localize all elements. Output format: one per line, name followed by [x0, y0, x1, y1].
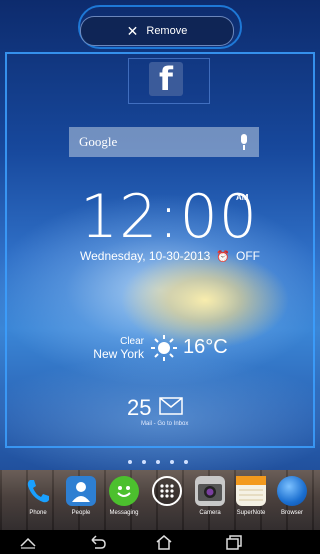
- dock-label: People: [71, 510, 91, 516]
- alarm-status: OFF: [236, 249, 261, 263]
- people-icon: [66, 476, 96, 506]
- dock-label: Camera: [199, 510, 221, 516]
- camera-icon: [195, 476, 225, 506]
- sun-icon: [151, 335, 177, 361]
- page-dot: [170, 460, 174, 464]
- phone-icon: [23, 476, 53, 506]
- recent-apps-icon[interactable]: [224, 534, 244, 550]
- back-icon[interactable]: [88, 534, 108, 550]
- date-text: Wednesday, 10-30-2013: [80, 249, 211, 263]
- dock-item-camera[interactable]: Camera: [190, 476, 230, 526]
- dock-label: Browser: [280, 510, 303, 516]
- remove-label: Remove: [146, 25, 188, 37]
- weather-temperature[interactable]: 16°C: [183, 333, 228, 361]
- page-dot: [184, 460, 188, 464]
- close-icon: ✕: [126, 23, 139, 39]
- google-search-bar[interactable]: Google: [69, 127, 259, 157]
- mail-unread-count: 25: [127, 395, 152, 420]
- dock-label: SuperNote: [236, 510, 266, 516]
- page-dot: [142, 460, 146, 464]
- facebook-letter: f: [159, 62, 173, 96]
- dock-label: Phone: [29, 510, 47, 516]
- dock-item-people[interactable]: People: [61, 476, 101, 526]
- date-line: Wednesday, 10-30-2013 ⏰ OFF: [80, 249, 260, 263]
- dock-item-browser[interactable]: Browser: [272, 476, 312, 526]
- dock-label: Messaging: [109, 510, 139, 516]
- search-label: Google: [79, 134, 118, 149]
- dock-item-all-apps[interactable]: [147, 476, 187, 526]
- navigation-bar: [0, 530, 320, 554]
- up-chevron-icon[interactable]: [18, 534, 38, 550]
- mail-icon[interactable]: [159, 397, 183, 415]
- mail-caption[interactable]: Mail - Go to Inbox: [141, 421, 188, 427]
- globe-icon: [277, 476, 307, 506]
- apps-icon: [152, 476, 182, 506]
- dock-item-phone[interactable]: Phone: [18, 476, 58, 526]
- clock-time[interactable]: 12:00: [80, 182, 257, 252]
- app-dock: Phone People Messaging Camera SuperNote …: [18, 476, 314, 526]
- weather-city: New York: [93, 347, 144, 361]
- clock-ampm: AM: [236, 193, 249, 202]
- home-icon[interactable]: [154, 534, 174, 550]
- supernote-icon: [236, 476, 266, 506]
- microphone-icon[interactable]: [239, 134, 249, 150]
- messaging-icon: [109, 476, 139, 506]
- page-dot: [156, 460, 160, 464]
- page-indicator: [128, 460, 188, 464]
- alarm-icon: ⏰: [216, 250, 231, 263]
- remove-drop-target[interactable]: ✕ Remove: [80, 16, 234, 46]
- dock-item-supernote[interactable]: SuperNote: [231, 476, 271, 526]
- page-dot: [128, 460, 132, 464]
- facebook-app-icon[interactable]: f: [149, 62, 183, 96]
- dock-item-messaging[interactable]: Messaging: [104, 476, 144, 526]
